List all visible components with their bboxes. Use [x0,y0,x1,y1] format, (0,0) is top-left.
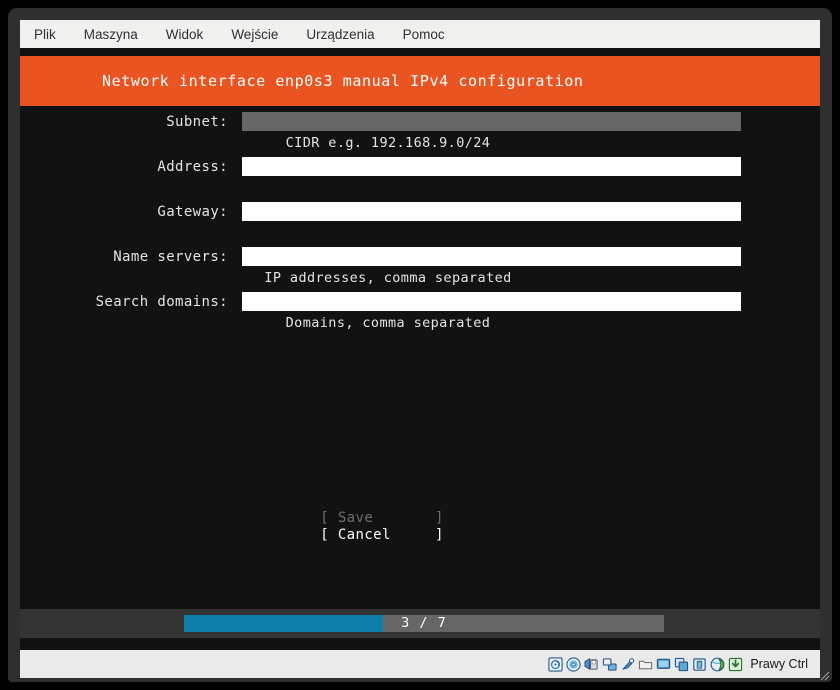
menu-bar: Plik Maszyna Widok Wejście Urządzenia Po… [20,20,820,48]
hard-disk-icon[interactable] [548,656,563,672]
progress-bar: 3 / 7 [184,615,664,632]
search-domains-hint: Domains, comma separated [285,315,491,331]
host-key-label: Prawy Ctrl [750,657,808,671]
field-row-gateway: Gateway: [20,202,820,223]
usb-icon[interactable] [620,657,635,672]
menu-urzadzenia[interactable]: Urządzenia [306,27,374,42]
address-input[interactable] [242,157,741,176]
floppy-disk-icon[interactable] [584,657,599,672]
gateway-input[interactable] [242,202,741,221]
network-icon[interactable] [602,657,617,672]
search-domains-input[interactable] [242,292,741,311]
field-row-address: Address: [20,157,820,178]
ipv4-configuration-form: Subnet: CIDR e.g. 192.168.9.0/24 Address… [20,112,820,337]
optical-disc-icon[interactable] [566,656,581,672]
field-row-name-servers: Name servers: [20,247,820,268]
recording-icon[interactable] [674,657,689,672]
search-domains-label: Search domains: [95,294,228,310]
menu-wejscie[interactable]: Wejście [231,27,278,42]
display-icon[interactable] [656,657,671,672]
resize-grip-icon[interactable] [818,669,830,681]
screen-bottom-gap [20,638,820,650]
subnet-label: Subnet: [166,114,228,130]
cancel-button[interactable]: [ Cancel ] [20,527,820,544]
form-actions: [ Save ] [ Cancel ] [20,510,820,544]
field-row-search-domains: Search domains: [20,292,820,313]
status-bar: Prawy Ctrl [20,650,820,678]
name-servers-label: Name servers: [113,249,228,265]
host-capture-icon[interactable] [728,657,743,672]
menu-widok[interactable]: Widok [166,27,204,42]
virtualbox-vm-window: Plik Maszyna Widok Wejście Urządzenia Po… [8,8,832,682]
gateway-hint [20,225,820,244]
field-row-subnet: Subnet: [20,112,820,133]
name-servers-hint: IP addresses, comma separated [264,270,512,286]
subnet-hint: CIDR e.g. 192.168.9.0/24 [285,135,491,151]
gateway-label: Gateway: [157,204,228,220]
subnet-input[interactable] [242,112,741,131]
shared-folders-icon[interactable] [638,657,653,672]
installer-header-banner: Network interface enp0s3 manual IPv4 con… [20,56,820,106]
menu-pomoc[interactable]: Pomoc [403,27,445,42]
page-title: Network interface enp0s3 manual IPv4 con… [102,72,584,90]
name-servers-input[interactable] [242,247,741,266]
remote-desktop-icon[interactable] [710,657,725,672]
save-button[interactable]: [ Save ] [20,510,820,527]
cpu-icon[interactable] [692,657,707,672]
installer-footer: 3 / 7 [20,609,820,638]
progress-bar-label: 3 / 7 [401,615,447,631]
address-label: Address: [157,159,228,175]
address-hint [20,180,820,199]
menu-plik[interactable]: Plik [34,27,56,42]
menu-maszyna[interactable]: Maszyna [84,27,138,42]
vm-terminal-screen[interactable]: Network interface enp0s3 manual IPv4 con… [20,48,820,638]
